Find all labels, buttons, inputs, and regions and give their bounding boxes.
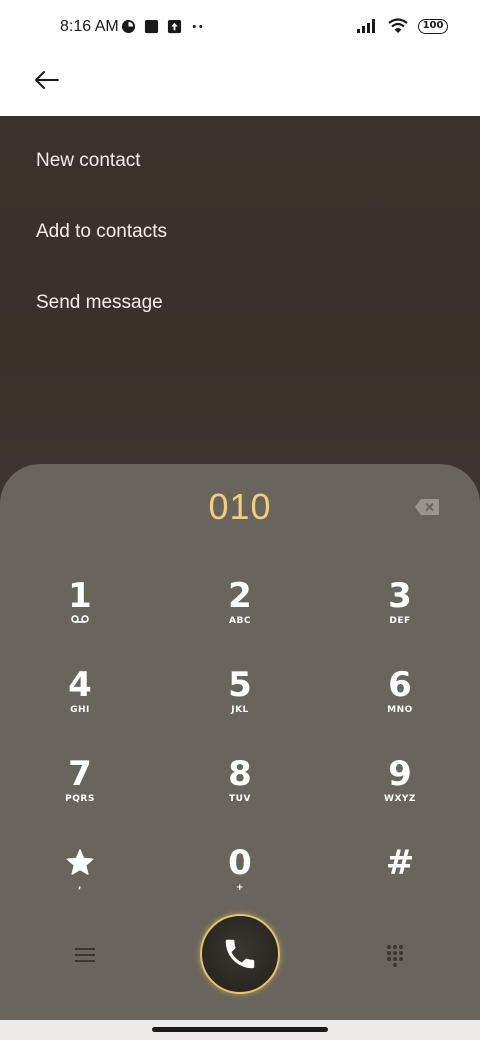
status-icons-right: 100 (356, 18, 448, 34)
backspace-icon (415, 499, 439, 515)
key-7[interactable]: 7 PQRS (20, 756, 140, 836)
key-digit: 5 (228, 665, 252, 705)
key-letters: TUV (229, 794, 251, 804)
key-digit: 3 (388, 576, 412, 616)
key-digit: 1 (68, 576, 92, 616)
options-panel: New contact Add to contacts Send message (0, 116, 480, 516)
home-gesture-handle[interactable] (152, 1027, 328, 1032)
key-1[interactable]: 1 (20, 578, 140, 658)
square-notification-icon (144, 19, 159, 34)
key-digit: 9 (388, 754, 412, 794)
key-hash[interactable]: # (340, 845, 460, 925)
key-6[interactable]: 6 MNO (340, 667, 460, 747)
key-3[interactable]: 3 DEF (340, 578, 460, 658)
key-letters: PQRS (65, 794, 95, 804)
key-9[interactable]: 9 WXYZ (340, 756, 460, 836)
key-letters: + (235, 883, 245, 893)
key-digit: 2 (228, 576, 252, 616)
key-0[interactable]: 0 + (180, 845, 300, 925)
key-letters: MNO (387, 705, 413, 715)
data-saver-icon (121, 19, 136, 34)
upload-icon (167, 19, 182, 34)
status-bar: 8:16 AM 100 (0, 0, 480, 56)
battery-icon: 100 (418, 18, 448, 34)
key-star[interactable]: , (20, 845, 140, 925)
phone-icon (225, 939, 255, 969)
dialpad-toggle-button[interactable] (385, 944, 405, 968)
back-arrow-icon (35, 71, 59, 89)
key-4[interactable]: 4 GHI (20, 667, 140, 747)
voicemail-icon (71, 615, 89, 623)
key-digit: # (385, 843, 415, 883)
menu-item-add-to-contacts[interactable]: Add to contacts (36, 221, 167, 243)
key-letters: DEF (389, 616, 411, 626)
key-digit: 6 (388, 665, 412, 705)
menu-button[interactable] (74, 946, 96, 964)
menu-item-new-contact[interactable]: New contact (36, 150, 141, 172)
key-digit: 4 (68, 665, 92, 705)
dialed-number: 010 (208, 486, 272, 527)
hamburger-menu-icon (75, 948, 95, 962)
signal-icon (357, 19, 375, 33)
dialpad-icon (387, 945, 403, 967)
call-button[interactable] (200, 914, 280, 994)
backspace-button[interactable] (414, 498, 440, 516)
more-dots-icon (192, 25, 203, 28)
key-letters: WXYZ (384, 794, 416, 804)
key-letters: JKL (231, 705, 249, 715)
key-letters: , (78, 881, 82, 891)
app-bar (0, 56, 480, 116)
key-2[interactable]: 2 ABC (180, 578, 300, 658)
key-digit: 0 (228, 843, 252, 883)
key-digit: 7 (68, 754, 92, 794)
dialpad: 010 1 2 ABC 3 DEF 4 GHI 5 JKL 6 MNO 7 PQ… (0, 464, 480, 1020)
star-icon (66, 849, 94, 875)
back-button[interactable] (30, 66, 66, 102)
key-letters: GHI (70, 705, 90, 715)
wifi-icon (388, 18, 408, 33)
status-time: 8:16 AM (60, 18, 119, 35)
key-8[interactable]: 8 TUV (180, 756, 300, 836)
status-icons-left (121, 19, 206, 34)
key-digit: 8 (228, 754, 252, 794)
key-letters: ABC (229, 616, 251, 626)
navigation-bar (0, 1020, 480, 1040)
key-5[interactable]: 5 JKL (180, 667, 300, 747)
menu-item-send-message[interactable]: Send message (36, 292, 163, 314)
